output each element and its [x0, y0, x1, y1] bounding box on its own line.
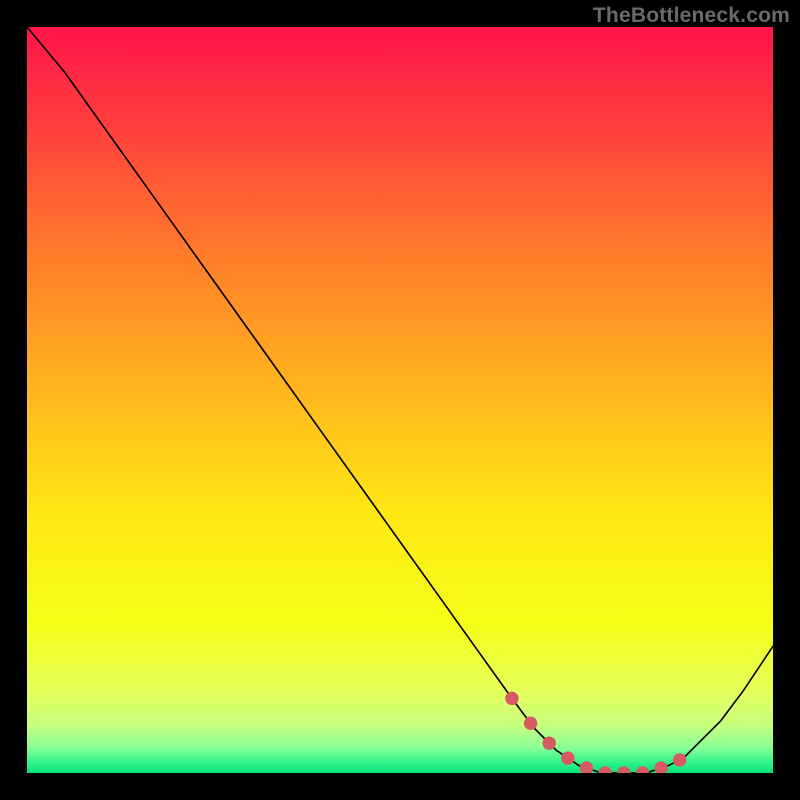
optimal-marker-dot: [561, 751, 574, 764]
optimal-marker-dot: [542, 736, 555, 749]
optimal-marker-dot: [673, 753, 686, 766]
gradient-background: [27, 27, 773, 773]
watermark-text: TheBottleneck.com: [593, 4, 790, 28]
optimal-marker-dot: [524, 717, 537, 730]
bottleneck-chart: [27, 27, 773, 773]
chart-frame: TheBottleneck.com: [0, 0, 800, 800]
optimal-marker-dot: [505, 692, 518, 705]
